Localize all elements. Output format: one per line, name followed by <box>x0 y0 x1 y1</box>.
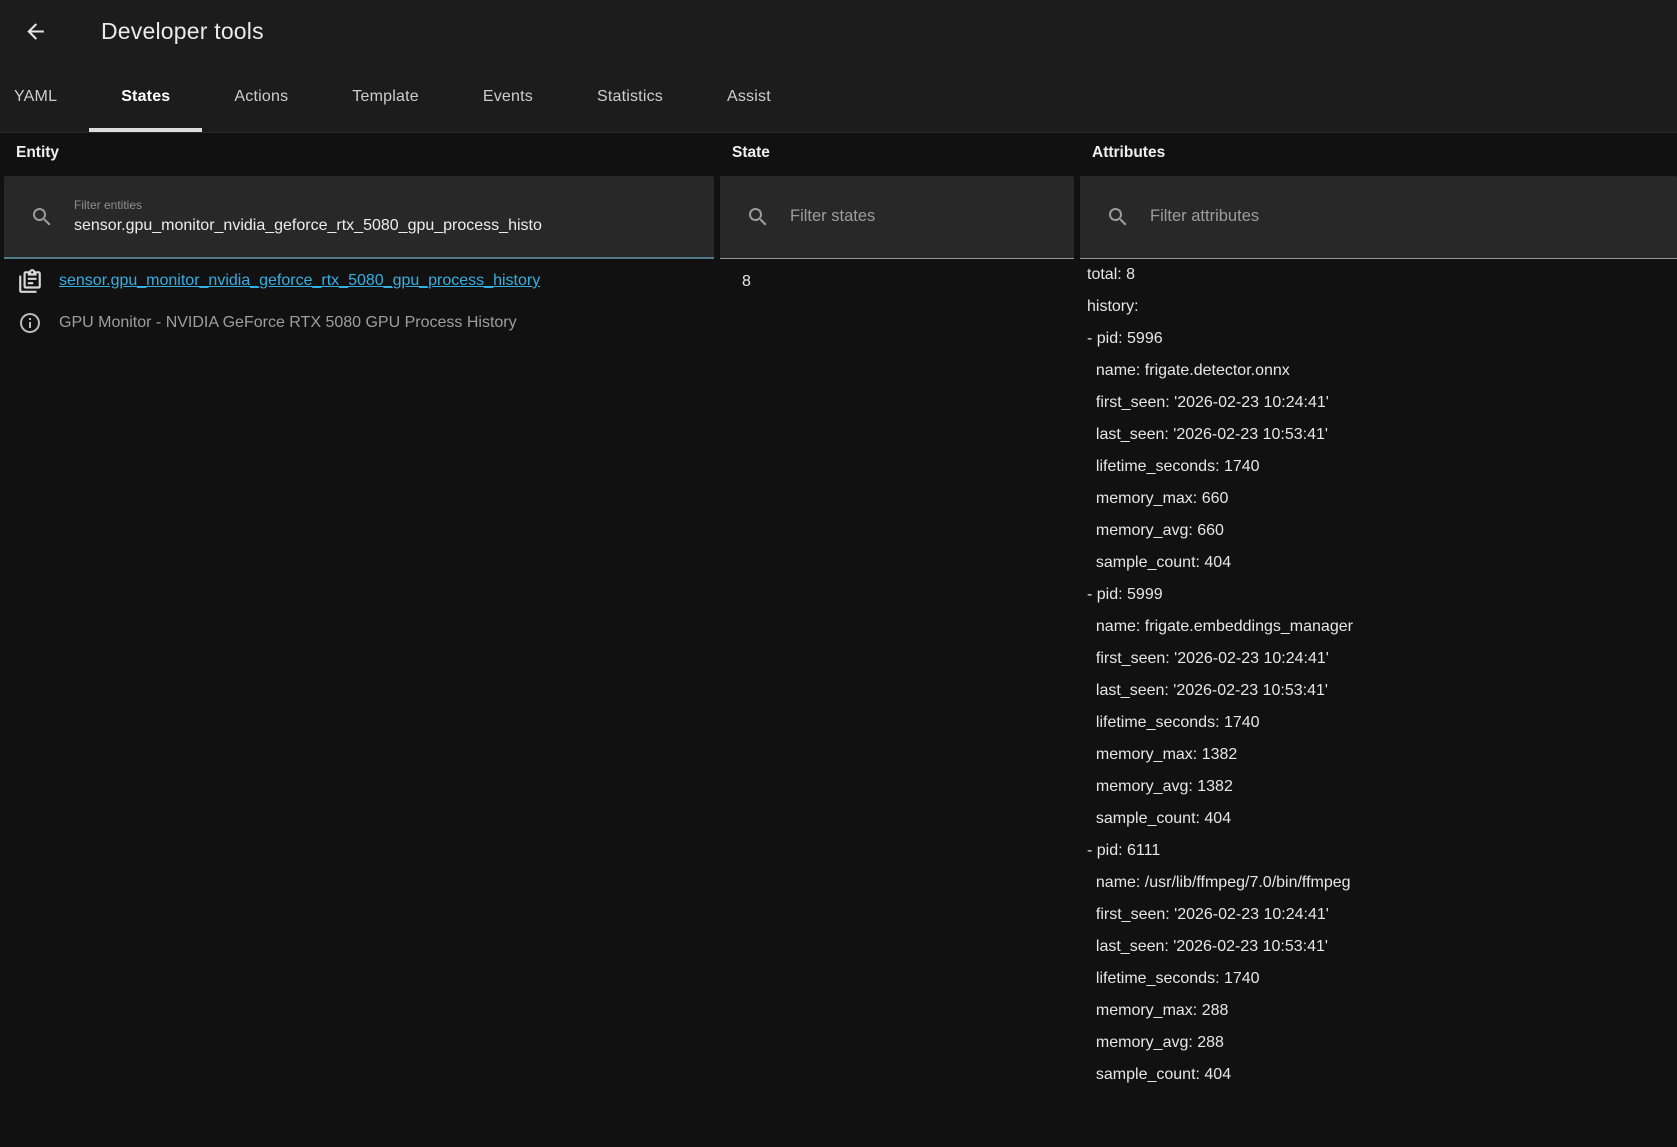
search-icon <box>30 205 54 229</box>
entity-name-row: GPU Monitor - NVIDIA GeForce RTX 5080 GP… <box>0 303 718 343</box>
tab-yaml[interactable]: YAML <box>0 62 89 132</box>
entity-id-link[interactable]: sensor.gpu_monitor_nvidia_geforce_rtx_50… <box>59 272 540 290</box>
page-title: Developer tools <box>101 18 264 45</box>
entity-cell: sensor.gpu_monitor_nvidia_geforce_rtx_50… <box>0 259 718 1147</box>
arrow-left-icon <box>23 19 48 44</box>
information-icon <box>18 311 42 335</box>
tab-bar: YAML States Actions Template Events Stat… <box>0 62 1677 133</box>
attributes-yaml: total: 8 history: - pid: 5996 name: frig… <box>1078 259 1677 1091</box>
entity-info-button[interactable] <box>16 309 44 337</box>
state-filter-input[interactable] <box>790 208 1074 226</box>
entity-filter-field[interactable]: Filter entities <box>4 176 714 259</box>
back-button[interactable] <box>21 17 49 45</box>
copy-entity-id-button[interactable] <box>16 267 44 295</box>
entity-id-row: sensor.gpu_monitor_nvidia_geforce_rtx_50… <box>0 259 718 303</box>
tab-statistics[interactable]: Statistics <box>565 62 695 132</box>
attributes-filter-input[interactable] <box>1150 208 1677 226</box>
entity-friendly-name: GPU Monitor - NVIDIA GeForce RTX 5080 GP… <box>59 314 517 332</box>
search-icon <box>746 205 770 229</box>
tab-states[interactable]: States <box>89 62 202 132</box>
clipboard-copy-icon <box>17 268 43 294</box>
attributes-cell: total: 8 history: - pid: 5996 name: frig… <box>1078 259 1677 1147</box>
tab-assist[interactable]: Assist <box>695 62 803 132</box>
search-icon <box>1106 205 1130 229</box>
tab-template[interactable]: Template <box>320 62 451 132</box>
attributes-column-header: Attributes <box>1078 133 1677 176</box>
state-value: 8 <box>718 259 1078 1147</box>
entity-filter-label: Filter entities <box>74 198 714 212</box>
entity-filter-stack: Filter entities <box>74 198 714 235</box>
entity-column-header: Entity <box>0 133 718 176</box>
table-header-row: Entity State Attributes <box>0 133 1677 176</box>
state-filter-field[interactable] <box>720 176 1074 259</box>
state-column-header: State <box>718 133 1078 176</box>
results-area: sensor.gpu_monitor_nvidia_geforce_rtx_50… <box>0 259 1677 1147</box>
tab-events[interactable]: Events <box>451 62 565 132</box>
app-header: Developer tools <box>0 0 1677 62</box>
entity-filter-input[interactable] <box>74 217 714 235</box>
filter-row: Filter entities <box>0 176 1677 259</box>
attributes-filter-field[interactable] <box>1080 176 1677 259</box>
tab-actions[interactable]: Actions <box>202 62 320 132</box>
